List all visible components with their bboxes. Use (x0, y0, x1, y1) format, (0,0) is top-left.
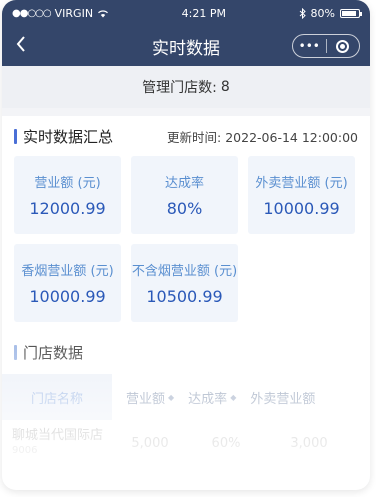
store-data-section-title: 门店数据 (14, 342, 83, 363)
revenue-cell: 5,000 (131, 435, 169, 451)
store-name-cell: 聊城当代国际店 9006 (2, 428, 112, 458)
carrier-name: VIRGIN (54, 6, 94, 20)
store-data-header: 门店数据 (2, 330, 370, 374)
update-value: 2022-06-14 12:00:00 (225, 129, 358, 145)
store-count-label: 管理门店数: (142, 80, 217, 96)
store-name: 聊城当代国际店 (12, 428, 104, 443)
card-label: 香烟营业额 (元) (21, 264, 114, 279)
table-header: 门店名称 营业额 ◆ 达成率 ◆ 外卖营业额 (2, 374, 370, 420)
battery-icon (340, 8, 362, 18)
main-content: 实时数据汇总 更新时间: 2022-06-14 12:00:00 营业额 (元)… (2, 116, 370, 490)
card-revenue[interactable]: 营业额 (元) 12000.99 (14, 156, 121, 234)
battery-percent: 80% (310, 6, 335, 20)
status-bar: ●●○○○ VIRGIN 4:21 PM 80% (2, 0, 370, 26)
back-button[interactable] (16, 34, 26, 56)
col-takeout[interactable]: 外卖营业额 (236, 388, 315, 407)
status-right: 80% (299, 6, 362, 20)
realtime-title: 实时数据汇总 (23, 127, 114, 146)
store-table: 门店名称 营业额 ◆ 达成率 ◆ 外卖营业额 聊城当代国际店 9006 5,00… (2, 346, 370, 466)
col-revenue[interactable]: 营业额 ◆ (112, 388, 174, 407)
col-label: 营业额 (126, 391, 166, 407)
col-rate[interactable]: 达成率 ◆ (174, 388, 236, 407)
target-icon (336, 39, 350, 53)
section-accent-bar (14, 128, 17, 144)
section-accent-bar (14, 344, 17, 360)
realtime-section-title: 实时数据汇总 (14, 126, 113, 147)
update-time: 更新时间: 2022-06-14 12:00:00 (167, 127, 358, 146)
col-label: 外卖营业额 (250, 391, 316, 407)
store-count-value: 8 (220, 79, 230, 95)
close-button[interactable] (327, 39, 360, 53)
signal-icon: ●●○○○ (12, 7, 52, 19)
col-store-name: 门店名称 (2, 374, 112, 420)
more-button[interactable]: ••• (293, 40, 326, 52)
wifi-icon (98, 9, 109, 17)
realtime-summary-header: 实时数据汇总 更新时间: 2022-06-14 12:00:00 (2, 116, 370, 156)
card-non-cigarette-revenue[interactable]: 不含烟营业额 (元) 10500.99 (131, 244, 238, 322)
card-value: 80% (166, 199, 203, 218)
rate-cell: 60% (211, 435, 241, 451)
card-label: 达成率 (164, 176, 204, 191)
card-label: 营业额 (元) (34, 176, 101, 191)
col-label: 达成率 (188, 391, 228, 407)
card-value: 10500.99 (146, 287, 223, 306)
summary-cards: 营业额 (元) 12000.99 达成率 80% 外卖营业额 (元) 10000… (2, 156, 370, 322)
store-code: 9006 (12, 445, 38, 456)
takeout-cell: 3,000 (290, 435, 328, 451)
table-row[interactable]: 聊城当代国际店 9006 5,000 60% 3,000 (2, 420, 370, 466)
card-value: 10000.99 (263, 199, 340, 218)
nav-bar: 实时数据 ••• (2, 26, 370, 66)
card-cigarette-revenue[interactable]: 香烟营业额 (元) 10000.99 (14, 244, 121, 322)
update-label: 更新时间: (167, 129, 222, 145)
card-label: 不含烟营业额 (元) (131, 264, 238, 279)
store-data-title: 门店数据 (23, 343, 84, 362)
carrier-info: ●●○○○ VIRGIN (12, 7, 109, 20)
card-value: 10000.99 (29, 287, 106, 306)
card-takeout-revenue[interactable]: 外卖营业额 (元) 10000.99 (248, 156, 355, 234)
card-label: 外卖营业额 (元) (255, 176, 348, 191)
store-count-bar: 管理门店数: 8 (2, 66, 370, 108)
clock: 4:21 PM (181, 6, 226, 20)
mini-program-capsule: ••• (292, 34, 360, 58)
phone-screen: ●●○○○ VIRGIN 4:21 PM 80% 实时数据 ••• 管理门店数:… (2, 0, 370, 490)
chevron-left-icon (16, 36, 25, 52)
bluetooth-icon (299, 7, 306, 19)
card-value: 12000.99 (29, 199, 106, 218)
page-title: 实时数据 (152, 38, 220, 59)
card-achievement-rate[interactable]: 达成率 80% (131, 156, 238, 234)
